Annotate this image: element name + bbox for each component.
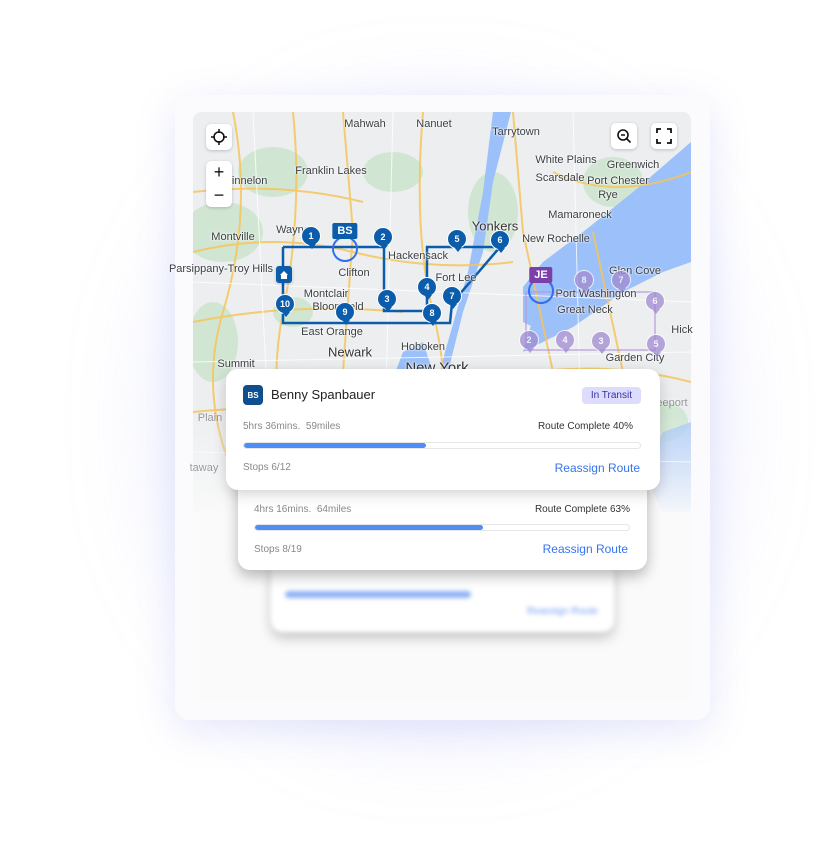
route-stop-pin[interactable]: 4	[417, 277, 437, 300]
fullscreen-button[interactable]	[651, 123, 677, 149]
route-stop-pin[interactable]: 6	[490, 230, 510, 253]
reassign-route-link: Reassign Route	[526, 606, 598, 617]
zoom-out-button[interactable]: −	[214, 184, 225, 207]
avatar: BS	[243, 385, 263, 405]
duration: 4hrs 16mins.	[254, 504, 312, 515]
map-label: Hackensack	[388, 250, 448, 262]
progress-bar	[243, 442, 641, 449]
map-label: Mamaroneck	[548, 209, 612, 221]
route-summary: 4hrs 16mins. 64miles	[254, 504, 351, 515]
stops-count: Stops 8/19	[254, 544, 302, 555]
other-route-stop-pin[interactable]: 6	[645, 291, 665, 314]
zoom-in-button[interactable]: +	[214, 161, 225, 184]
map-label: New Rochelle	[522, 233, 590, 245]
driver-name: Benny Spanbauer	[271, 387, 376, 402]
map-label: taway	[189, 462, 219, 474]
map-label: Rye	[598, 189, 618, 201]
route-stop-pin[interactable]: 8	[422, 303, 442, 326]
status-badge: In Transit	[581, 387, 641, 404]
map-label: Parsippany-Troy Hills	[168, 263, 274, 275]
other-route-stop-pin[interactable]: 8	[574, 270, 594, 293]
route-complete: Route Complete 40%	[537, 421, 633, 432]
map-label: Hoboken	[400, 341, 446, 353]
driver-tag-bs[interactable]: BS	[332, 223, 358, 239]
route-stop-pin[interactable]: 9	[335, 302, 355, 325]
fullscreen-icon	[656, 128, 672, 144]
progress-fill	[255, 525, 484, 530]
zoom-search-icon	[617, 129, 632, 144]
route-stop-pin[interactable]: 3	[377, 289, 397, 312]
map-label: Newark	[327, 344, 373, 360]
route-stop-pin[interactable]: 1	[301, 226, 321, 249]
crosshair-icon	[211, 129, 227, 145]
route-card-blurred: Reassign Route	[271, 560, 614, 632]
search-zoom-button[interactable]	[611, 123, 637, 149]
map-label: Montclair	[303, 288, 349, 300]
progress-fill	[244, 443, 427, 448]
route-stop-pin[interactable]: 7	[442, 286, 462, 309]
map-label: East Orange	[301, 326, 363, 338]
map-label: Hick	[671, 324, 693, 336]
map-label: Fort Lee	[435, 272, 477, 284]
reassign-route-link[interactable]: Reassign Route	[543, 542, 628, 556]
progress-fill	[285, 591, 471, 598]
map-label: Franklin Lakes	[295, 165, 367, 177]
distance: 59miles	[305, 421, 341, 432]
map-label: Scarsdale	[535, 172, 585, 184]
other-route-stop-pin[interactable]: 5	[646, 334, 666, 357]
zoom-controls: + −	[206, 161, 232, 207]
duration: 5hrs 36mins.	[243, 421, 301, 432]
route-stop-pin[interactable]: 5	[447, 229, 467, 252]
other-route-stop-pin[interactable]: 2	[519, 330, 539, 353]
progress-bar	[285, 591, 605, 598]
driver-tag-je[interactable]: JE	[529, 267, 553, 283]
map-label: Plain	[197, 412, 223, 424]
reassign-route-link[interactable]: Reassign Route	[555, 461, 640, 475]
map-label: Clifton	[338, 267, 370, 279]
other-route-stop-pin[interactable]: 4	[555, 330, 575, 353]
stops-count: Stops 6/12	[243, 462, 291, 473]
locate-button[interactable]	[206, 124, 232, 150]
map-label: Great Neck	[557, 304, 613, 316]
map-label: White Plains	[535, 154, 597, 166]
map-label: Greenwich	[606, 159, 660, 171]
other-route-stop-pin[interactable]: 7	[611, 270, 631, 293]
route-summary: 5hrs 36mins. 59miles	[243, 421, 340, 432]
route-stop-pin[interactable]: 10	[275, 294, 295, 317]
map-label: eeport	[656, 397, 688, 409]
route-complete: Route Complete 63%	[534, 504, 630, 515]
map-label: Nanuet	[416, 118, 452, 130]
map-label: Mahwah	[344, 118, 386, 130]
distance: 64miles	[316, 504, 352, 515]
home-icon[interactable]	[276, 266, 292, 283]
route-stop-pin[interactable]: 2	[373, 227, 393, 250]
progress-bar	[254, 524, 630, 531]
route-card-active[interactable]: BS Benny Spanbauer In Transit 5hrs 36min…	[226, 369, 660, 490]
map-label: Tarrytown	[492, 126, 540, 138]
map-label: Montville	[211, 231, 255, 243]
other-route-stop-pin[interactable]: 3	[591, 331, 611, 354]
map-label: Port Chester	[587, 175, 649, 187]
